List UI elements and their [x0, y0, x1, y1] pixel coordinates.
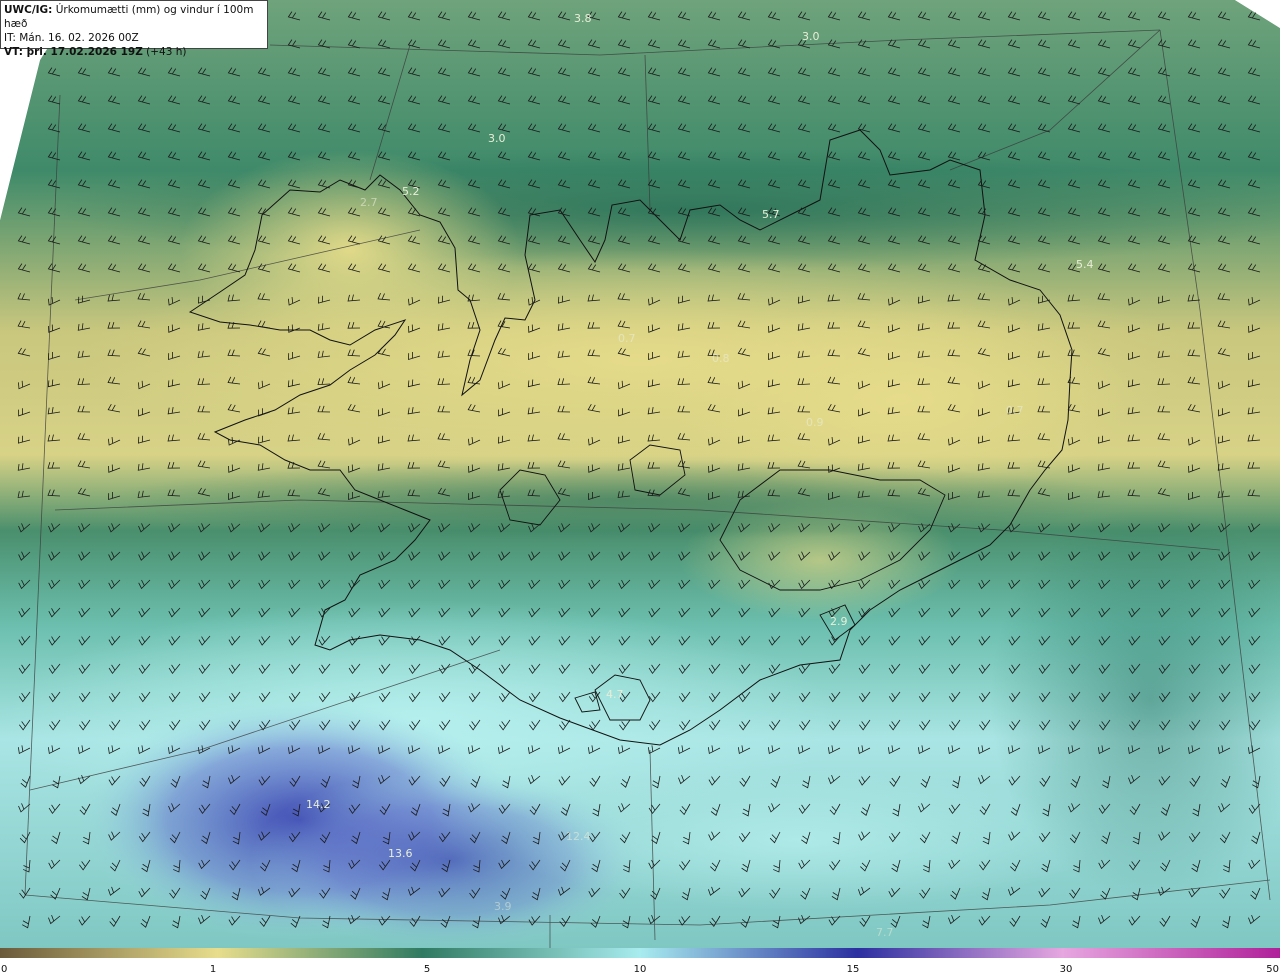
value-label: 5.4: [1076, 258, 1094, 271]
colorbar-tick: 0: [1, 964, 8, 975]
valid-time: VT: þri. 17.02.2026 19Z (+43 h): [4, 46, 187, 58]
value-label: 3.0: [488, 132, 506, 145]
value-label: 0.7: [1006, 404, 1024, 417]
value-label: 0.7: [618, 332, 636, 345]
value-label: 2.7: [360, 196, 378, 209]
colorbar-tick: 1: [209, 964, 217, 975]
value-label: 4.7: [606, 688, 624, 701]
init-time: IT: Mán. 16. 02. 2026 00Z: [4, 32, 139, 44]
value-label: 14.2: [306, 798, 331, 811]
map-header: UWC/IG: Úrkomumætti (mm) og vindur í 100…: [0, 0, 268, 58]
value-label: 5.7: [762, 208, 780, 221]
value-label: 5.2: [402, 185, 420, 198]
colorbar: 0 1 5 10 15 30 50: [0, 948, 1280, 978]
colorbar-tick: 10: [633, 964, 647, 975]
colorbar-strip: [0, 948, 1280, 958]
value-label: 3.0: [802, 30, 820, 43]
colorbar-tick: 5: [423, 964, 431, 975]
value-label: 0.8: [712, 352, 730, 365]
value-label: 13.6: [388, 847, 413, 860]
value-label: 0.9: [806, 416, 824, 429]
colorbar-tick: 50: [1266, 964, 1279, 975]
value-label: 3.8: [574, 12, 592, 25]
value-label: 12.4: [566, 830, 591, 843]
value-label: 2.9: [830, 615, 848, 628]
value-label: 7.7: [876, 926, 894, 939]
precipitation-wind-map[interactable]: 3.8 3.0 3.0 5.2 2.7 5.7 5.4 0.7 0.8 0.9 …: [0, 0, 1280, 948]
colorbar-tick: 30: [1059, 964, 1073, 975]
model-title: UWC/IG: Úrkomumætti (mm) og vindur í 100…: [4, 4, 254, 30]
colorbar-tick: 15: [846, 964, 860, 975]
value-label: 3.9: [494, 900, 512, 913]
